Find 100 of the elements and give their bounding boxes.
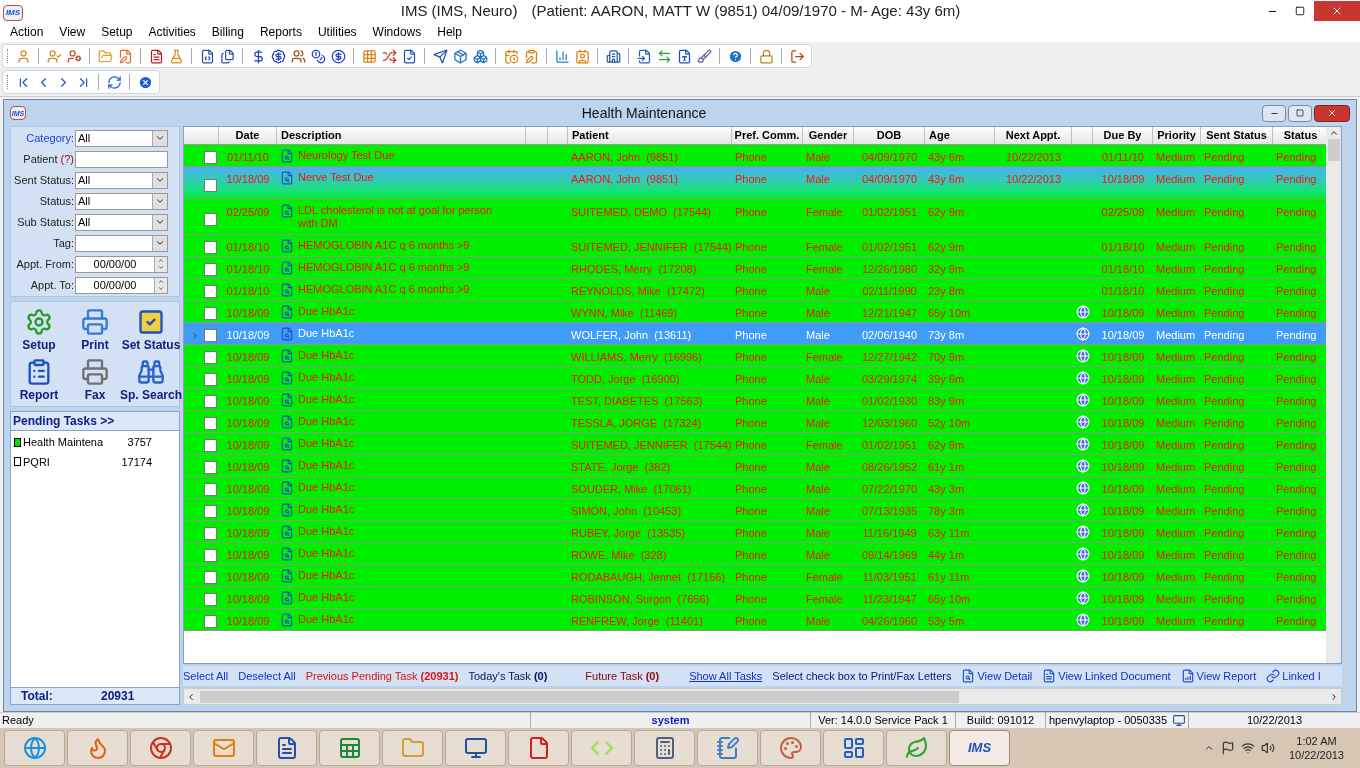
close-button[interactable] xyxy=(1314,104,1350,122)
row-checkbox[interactable] xyxy=(204,527,217,540)
column-header[interactable]: Priority xyxy=(1157,127,1196,144)
row-checkbox[interactable] xyxy=(204,285,217,298)
building-icon[interactable] xyxy=(605,48,621,64)
row-checkbox[interactable] xyxy=(204,417,217,430)
taskbar-button[interactable] xyxy=(697,730,758,766)
row-checkbox[interactable] xyxy=(204,549,217,562)
edit-document-icon[interactable] xyxy=(117,48,133,64)
menu-item[interactable]: Setup xyxy=(93,22,141,42)
task-link[interactable]: Previous Pending Task (20931) xyxy=(305,667,459,685)
close-icon[interactable] xyxy=(137,74,153,90)
document-search-icon[interactable] xyxy=(280,547,294,561)
globe-icon[interactable] xyxy=(1075,437,1090,451)
taskbar-button[interactable] xyxy=(886,730,947,766)
globe-icon[interactable] xyxy=(1075,525,1090,539)
task-link[interactable]: Today's Task (0) xyxy=(468,667,548,685)
row-checkbox[interactable] xyxy=(204,593,217,606)
column-header[interactable]: Description xyxy=(281,127,342,144)
restore-button[interactable] xyxy=(1288,104,1312,122)
document-search-icon[interactable] xyxy=(280,283,294,297)
taskbar-button[interactable] xyxy=(508,730,569,766)
dropdown[interactable] xyxy=(75,234,168,252)
row-checkbox[interactable] xyxy=(204,241,217,254)
globe-icon[interactable] xyxy=(1075,305,1090,319)
folder-icon[interactable] xyxy=(97,48,113,64)
column-header[interactable]: Next Appt. xyxy=(1005,127,1061,144)
document-search-icon[interactable] xyxy=(280,437,294,451)
row-checkbox[interactable] xyxy=(204,395,217,408)
globe-icon[interactable] xyxy=(1075,613,1090,627)
horizontal-scrollbar[interactable] xyxy=(183,688,1342,705)
calendar-icon[interactable] xyxy=(503,48,519,64)
menu-item[interactable]: Help xyxy=(429,22,470,42)
dollar-badge-icon[interactable] xyxy=(270,48,286,64)
row-checkbox[interactable] xyxy=(204,615,217,628)
taskbar-button[interactable] xyxy=(130,730,191,766)
bar-chart-icon[interactable] xyxy=(554,48,570,64)
document-search-icon[interactable] xyxy=(280,171,294,185)
help-hint[interactable]: (?) xyxy=(60,150,74,168)
document-search-icon[interactable] xyxy=(280,327,294,341)
task-link[interactable]: Select check box to Print/Fax Letters xyxy=(772,667,952,685)
row-checkbox[interactable] xyxy=(204,178,217,192)
task-link[interactable]: Future Task (0) xyxy=(585,667,660,685)
globe-icon[interactable] xyxy=(1075,591,1090,605)
task-link[interactable]: View Report xyxy=(1180,667,1257,685)
people-icon[interactable] xyxy=(290,48,306,64)
scroll-thumb[interactable] xyxy=(1327,139,1340,161)
globe-icon[interactable] xyxy=(1075,393,1090,407)
document-search-icon[interactable] xyxy=(280,149,294,163)
clock[interactable]: 1:02 AM 10/22/2013 xyxy=(1276,734,1356,762)
coins-icon[interactable] xyxy=(310,48,326,64)
column-header[interactable]: Due By xyxy=(1103,127,1142,144)
document-search-icon[interactable] xyxy=(280,393,294,407)
file-check-icon[interactable] xyxy=(401,48,417,64)
globe-icon[interactable] xyxy=(1075,569,1090,583)
globe-icon[interactable] xyxy=(1075,415,1090,429)
task-link[interactable]: Show All Tasks xyxy=(689,667,763,685)
user-check-icon[interactable] xyxy=(46,48,62,64)
document-search-icon[interactable] xyxy=(280,591,294,605)
column-header[interactable]: Date xyxy=(235,127,260,144)
document-icon[interactable] xyxy=(199,48,215,64)
column-header[interactable]: Status xyxy=(1283,127,1318,144)
row-checkbox[interactable] xyxy=(204,461,217,474)
column-header[interactable]: Gender xyxy=(808,127,848,144)
grid-icon[interactable] xyxy=(361,48,377,64)
action-button[interactable]: Setup xyxy=(11,304,67,354)
document-search-icon[interactable] xyxy=(280,415,294,429)
action-button[interactable]: Set Status xyxy=(123,304,179,354)
globe-icon[interactable] xyxy=(1075,327,1090,341)
menu-item[interactable]: Windows xyxy=(364,22,430,42)
task-link[interactable]: Linked I xyxy=(1266,667,1321,685)
column-header[interactable]: Sent Status xyxy=(1206,127,1267,144)
flag-icon[interactable] xyxy=(1220,741,1235,755)
menu-item[interactable]: Utilities xyxy=(309,22,365,42)
row-checkbox[interactable] xyxy=(204,263,217,276)
row-checkbox[interactable] xyxy=(204,329,217,342)
dropdown[interactable]: All xyxy=(75,213,168,231)
row-checkbox[interactable] xyxy=(204,151,217,164)
package-icon[interactable] xyxy=(452,48,468,64)
document-search-icon[interactable] xyxy=(280,569,294,583)
vertical-scrollbar[interactable] xyxy=(1326,127,1341,663)
document-search-icon[interactable] xyxy=(280,239,294,253)
date-field[interactable]: 00/00/00 xyxy=(75,255,168,273)
task-link[interactable]: View Detail xyxy=(961,667,1033,685)
brush-icon[interactable] xyxy=(696,48,712,64)
scroll-left-icon[interactable] xyxy=(186,691,196,702)
dropdown[interactable]: All xyxy=(75,192,168,210)
task-link[interactable]: Select All xyxy=(183,667,229,685)
column-header[interactable]: Age xyxy=(929,127,950,144)
document-search-icon[interactable] xyxy=(280,459,294,473)
menu-item[interactable]: Activities xyxy=(140,22,204,42)
boxes-icon[interactable] xyxy=(472,48,488,64)
menu-item[interactable]: Reports xyxy=(251,22,310,42)
refresh-icon[interactable] xyxy=(106,74,122,90)
column-header[interactable]: DOB xyxy=(876,127,902,144)
document-search-icon[interactable] xyxy=(280,349,294,363)
document-search-icon[interactable] xyxy=(280,371,294,385)
task-link[interactable]: Deselect All xyxy=(238,667,296,685)
document-search-icon[interactable] xyxy=(280,204,294,218)
action-button[interactable]: Report xyxy=(11,354,67,404)
